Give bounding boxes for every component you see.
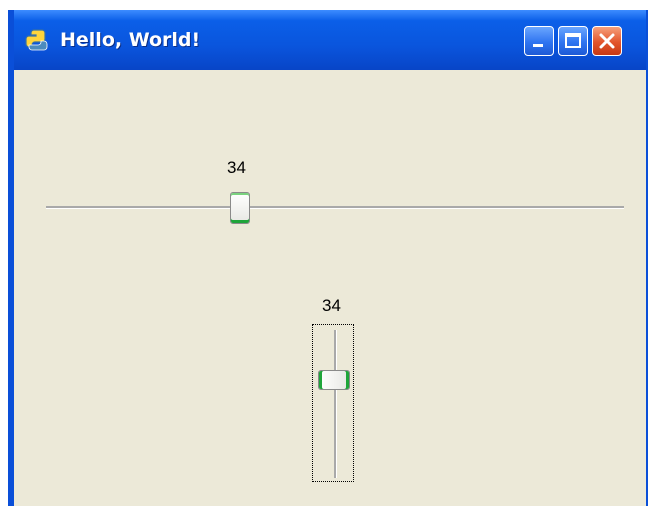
title-bar[interactable]: Hello, World! [14,10,646,70]
maximize-icon [565,33,581,48]
vertical-slider-thumb[interactable] [318,370,350,390]
minimize-button[interactable] [524,26,554,56]
python-icon [24,28,50,52]
close-button[interactable] [592,26,622,56]
minimize-icon [533,44,543,47]
maximize-button[interactable] [558,26,588,56]
app-window: Hello, World! 34 34 [8,10,648,506]
close-icon [599,33,615,49]
vertical-slider-value: 34 [322,296,341,315]
horizontal-slider-thumb[interactable] [230,192,250,224]
vertical-slider-focus-rect [312,324,354,482]
vertical-slider-track[interactable] [334,330,337,478]
window-title: Hello, World! [60,29,201,51]
client-area: 34 34 [14,70,646,506]
horizontal-slider-value: 34 [227,158,246,177]
horizontal-slider-track[interactable] [46,206,624,209]
